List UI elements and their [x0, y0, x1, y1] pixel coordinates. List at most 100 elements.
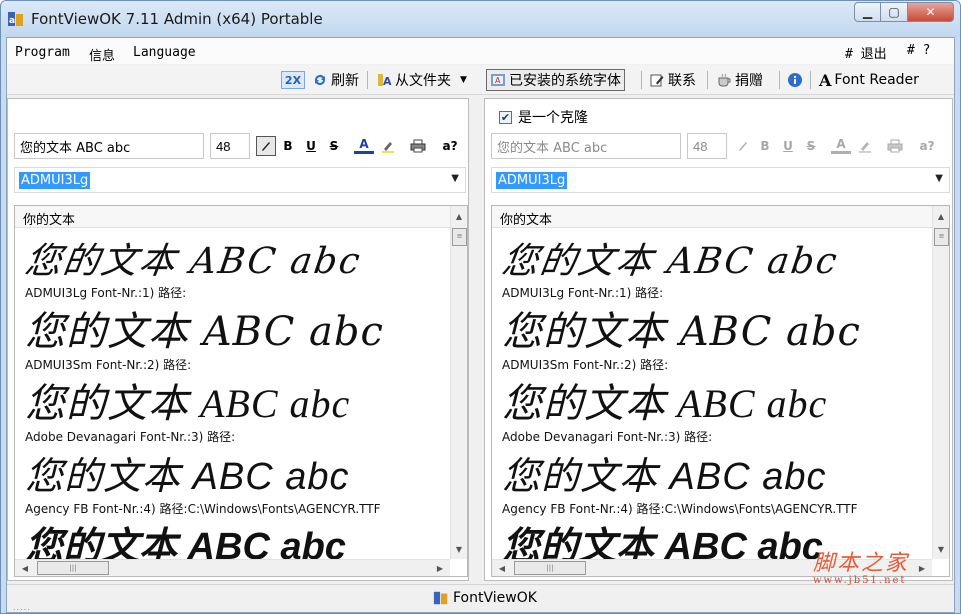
list-item[interactable]: 您的文本 ABC abc Agency FB Font-Nr.:4) 路径:C:…	[25, 458, 381, 517]
toolbar-separator	[641, 71, 642, 89]
font-color-icon: A	[359, 136, 369, 151]
sample-caption: Adobe Devanagari Font-Nr.:3) 路径:	[25, 430, 236, 444]
scroll-left-icon[interactable]: ◀	[494, 560, 510, 576]
font-size-input[interactable]	[210, 133, 250, 159]
highlight-button[interactable]	[378, 136, 398, 156]
scroll-right-icon[interactable]: ▶	[432, 560, 448, 576]
contact-label: 联系	[668, 73, 696, 89]
clone-label: 是一个克隆	[518, 110, 588, 126]
scroll-right-icon[interactable]: ▶	[914, 560, 930, 576]
sample-text-input[interactable]	[14, 133, 204, 159]
zoom-button[interactable]: 2X	[281, 69, 305, 91]
dropdown-arrow-icon[interactable]: ▼	[935, 173, 943, 184]
font-help-button[interactable]: a?	[438, 136, 462, 156]
status-grip: .....	[13, 603, 31, 612]
installed-fonts-button[interactable]: A 已安装的系统字体	[486, 69, 625, 91]
clone-checkbox[interactable]: ✔	[499, 110, 512, 124]
font-reader-button[interactable]: A Font Reader	[819, 69, 919, 91]
svg-text:A: A	[383, 75, 392, 88]
info-button[interactable]	[787, 69, 803, 91]
menu-exit[interactable]: # 退出	[845, 43, 887, 62]
font-color-button[interactable]: A	[354, 136, 374, 154]
panel-splitter[interactable]	[471, 98, 482, 581]
menu-bar: Program 信息 Language # 退出 # ?	[7, 38, 954, 64]
sample-preview: 您的文本 ABC abc	[502, 381, 828, 426]
list-item[interactable]: 您的文本 ABC abc ADMUI3Lg Font-Nr.:1) 路径:	[499, 241, 841, 301]
folder-font-icon: A	[378, 74, 392, 88]
font-preview-list[interactable]: 你的文本 您的文本 ABC abc ADMUI3Lg Font-Nr.:1) 路…	[14, 205, 468, 577]
scroll-thumb[interactable]: ≡	[452, 228, 467, 246]
font-reader-label: Font Reader	[834, 72, 919, 88]
toolbar: 2X 刷新 A 从文件夹 ▼ A 已安装的系统字体 联系 捐赠 A Font R…	[7, 65, 954, 95]
underline-button[interactable]: U	[778, 136, 798, 156]
menu-info[interactable]: 信息	[89, 45, 115, 64]
horizontal-scrollbar[interactable]: ◀ ||| ▶	[15, 559, 450, 576]
font-help-button[interactable]: a?	[915, 136, 939, 156]
font-color-icon: A	[836, 136, 846, 151]
scroll-down-icon[interactable]: ▼	[451, 541, 467, 557]
list-item[interactable]: 您的文本 ABC abc ADMUI3Sm Font-Nr.:2) 路径:	[502, 312, 861, 373]
font-select[interactable]: ADMUI3Lg ▼	[14, 167, 466, 193]
italic-pen-icon	[262, 142, 270, 151]
hscroll-thumb[interactable]: |||	[37, 561, 109, 575]
list-item[interactable]: 您的文本 ABC abc Adobe Devanagari Font-Nr.:3…	[502, 384, 827, 445]
font-help-icon: a?	[442, 139, 458, 153]
print-button[interactable]	[408, 136, 428, 156]
sample-caption: ADMUI3Sm Font-Nr.:2) 路径:	[25, 358, 192, 372]
list-item[interactable]: 您的文本 ABC abc Adobe Devanagari Font-Nr.:3…	[25, 384, 350, 445]
vertical-scrollbar[interactable]: ▲ ≡ ▼	[450, 206, 467, 559]
system-fonts-icon: A	[491, 74, 505, 86]
sample-caption: ADMUI3Lg Font-Nr.:1) 路径:	[502, 286, 664, 300]
minimize-button[interactable]: ▁	[854, 2, 881, 22]
bold-button[interactable]: B	[278, 136, 298, 156]
scroll-left-icon[interactable]: ◀	[17, 560, 33, 576]
font-select[interactable]: ADMUI3Lg ▼	[491, 167, 950, 193]
status-app: FontViewOK	[433, 590, 537, 606]
menu-help[interactable]: # ?	[907, 43, 930, 58]
bold-button[interactable]: B	[755, 136, 775, 156]
dropdown-arrow-icon[interactable]: ▼	[451, 173, 459, 184]
pencil-note-icon	[650, 74, 664, 87]
refresh-button[interactable]: 刷新	[312, 69, 359, 91]
highlight-button[interactable]	[855, 136, 875, 156]
scroll-down-icon[interactable]: ▼	[933, 541, 949, 557]
chevron-down-icon[interactable]: ▼	[460, 75, 467, 85]
installed-fonts-label: 已安装的系统字体	[509, 73, 621, 89]
clone-checkbox-row[interactable]: ✔ 是一个克隆	[499, 107, 588, 127]
font-preview-list[interactable]: 你的文本 您的文本 ABC abc ADMUI3Lg Font-Nr.:1) 路…	[491, 205, 950, 577]
list-item[interactable]: 您的文本 ABC abc ADMUI3Sm Font-Nr.:2) 路径:	[25, 312, 384, 373]
print-button[interactable]	[885, 136, 905, 156]
menu-language[interactable]: Language	[133, 45, 196, 60]
sample-preview: 您的文本 ABC abc	[502, 309, 861, 355]
scroll-thumb[interactable]: ≡	[934, 228, 949, 246]
hscroll-thumb[interactable]: |||	[514, 561, 586, 575]
vertical-scrollbar[interactable]: ▲ ≡ ▼	[932, 206, 949, 559]
close-button[interactable]: ✕	[908, 2, 954, 22]
contact-button[interactable]: 联系	[649, 69, 696, 91]
coffee-cup-icon	[718, 73, 731, 87]
donate-button[interactable]: 捐赠	[716, 69, 763, 91]
italic-toggle-button[interactable]	[256, 136, 276, 156]
maximize-button[interactable]: ▢	[881, 2, 908, 22]
sample-text-input[interactable]	[491, 133, 681, 159]
status-bar: ..... FontViewOK	[7, 584, 954, 612]
scroll-up-icon[interactable]: ▲	[933, 208, 949, 224]
svg-text:A: A	[495, 76, 501, 85]
toolbar-separator	[707, 71, 708, 89]
title-bar[interactable]: a FontViewOK 7.11 Admin (x64) Portable ▁…	[1, 1, 960, 37]
italic-toggle-button[interactable]	[733, 136, 753, 156]
toolbar-separator	[367, 71, 368, 89]
strikethrough-button[interactable]: S	[801, 136, 821, 156]
font-color-button[interactable]: A	[831, 136, 851, 154]
list-item[interactable]: 您的文本 ABC abc Agency FB Font-Nr.:4) 路径:C:…	[502, 458, 858, 517]
menu-program[interactable]: Program	[15, 45, 70, 60]
from-folder-button[interactable]: A 从文件夹 ▼	[376, 69, 467, 91]
font-size-input[interactable]	[687, 133, 727, 159]
underline-button[interactable]: U	[301, 136, 321, 156]
app-icon: a	[8, 12, 23, 26]
left-panel: B U S A a? ADMUI3Lg ▼ 你的文本 您的文本 ABC abc	[7, 98, 469, 581]
scroll-up-icon[interactable]: ▲	[451, 208, 467, 224]
strikethrough-button[interactable]: S	[324, 136, 344, 156]
window-title: FontViewOK 7.11 Admin (x64) Portable	[31, 10, 323, 28]
list-item[interactable]: 您的文本 ABC abc ADMUI3Lg Font-Nr.:1) 路径:	[22, 241, 364, 301]
